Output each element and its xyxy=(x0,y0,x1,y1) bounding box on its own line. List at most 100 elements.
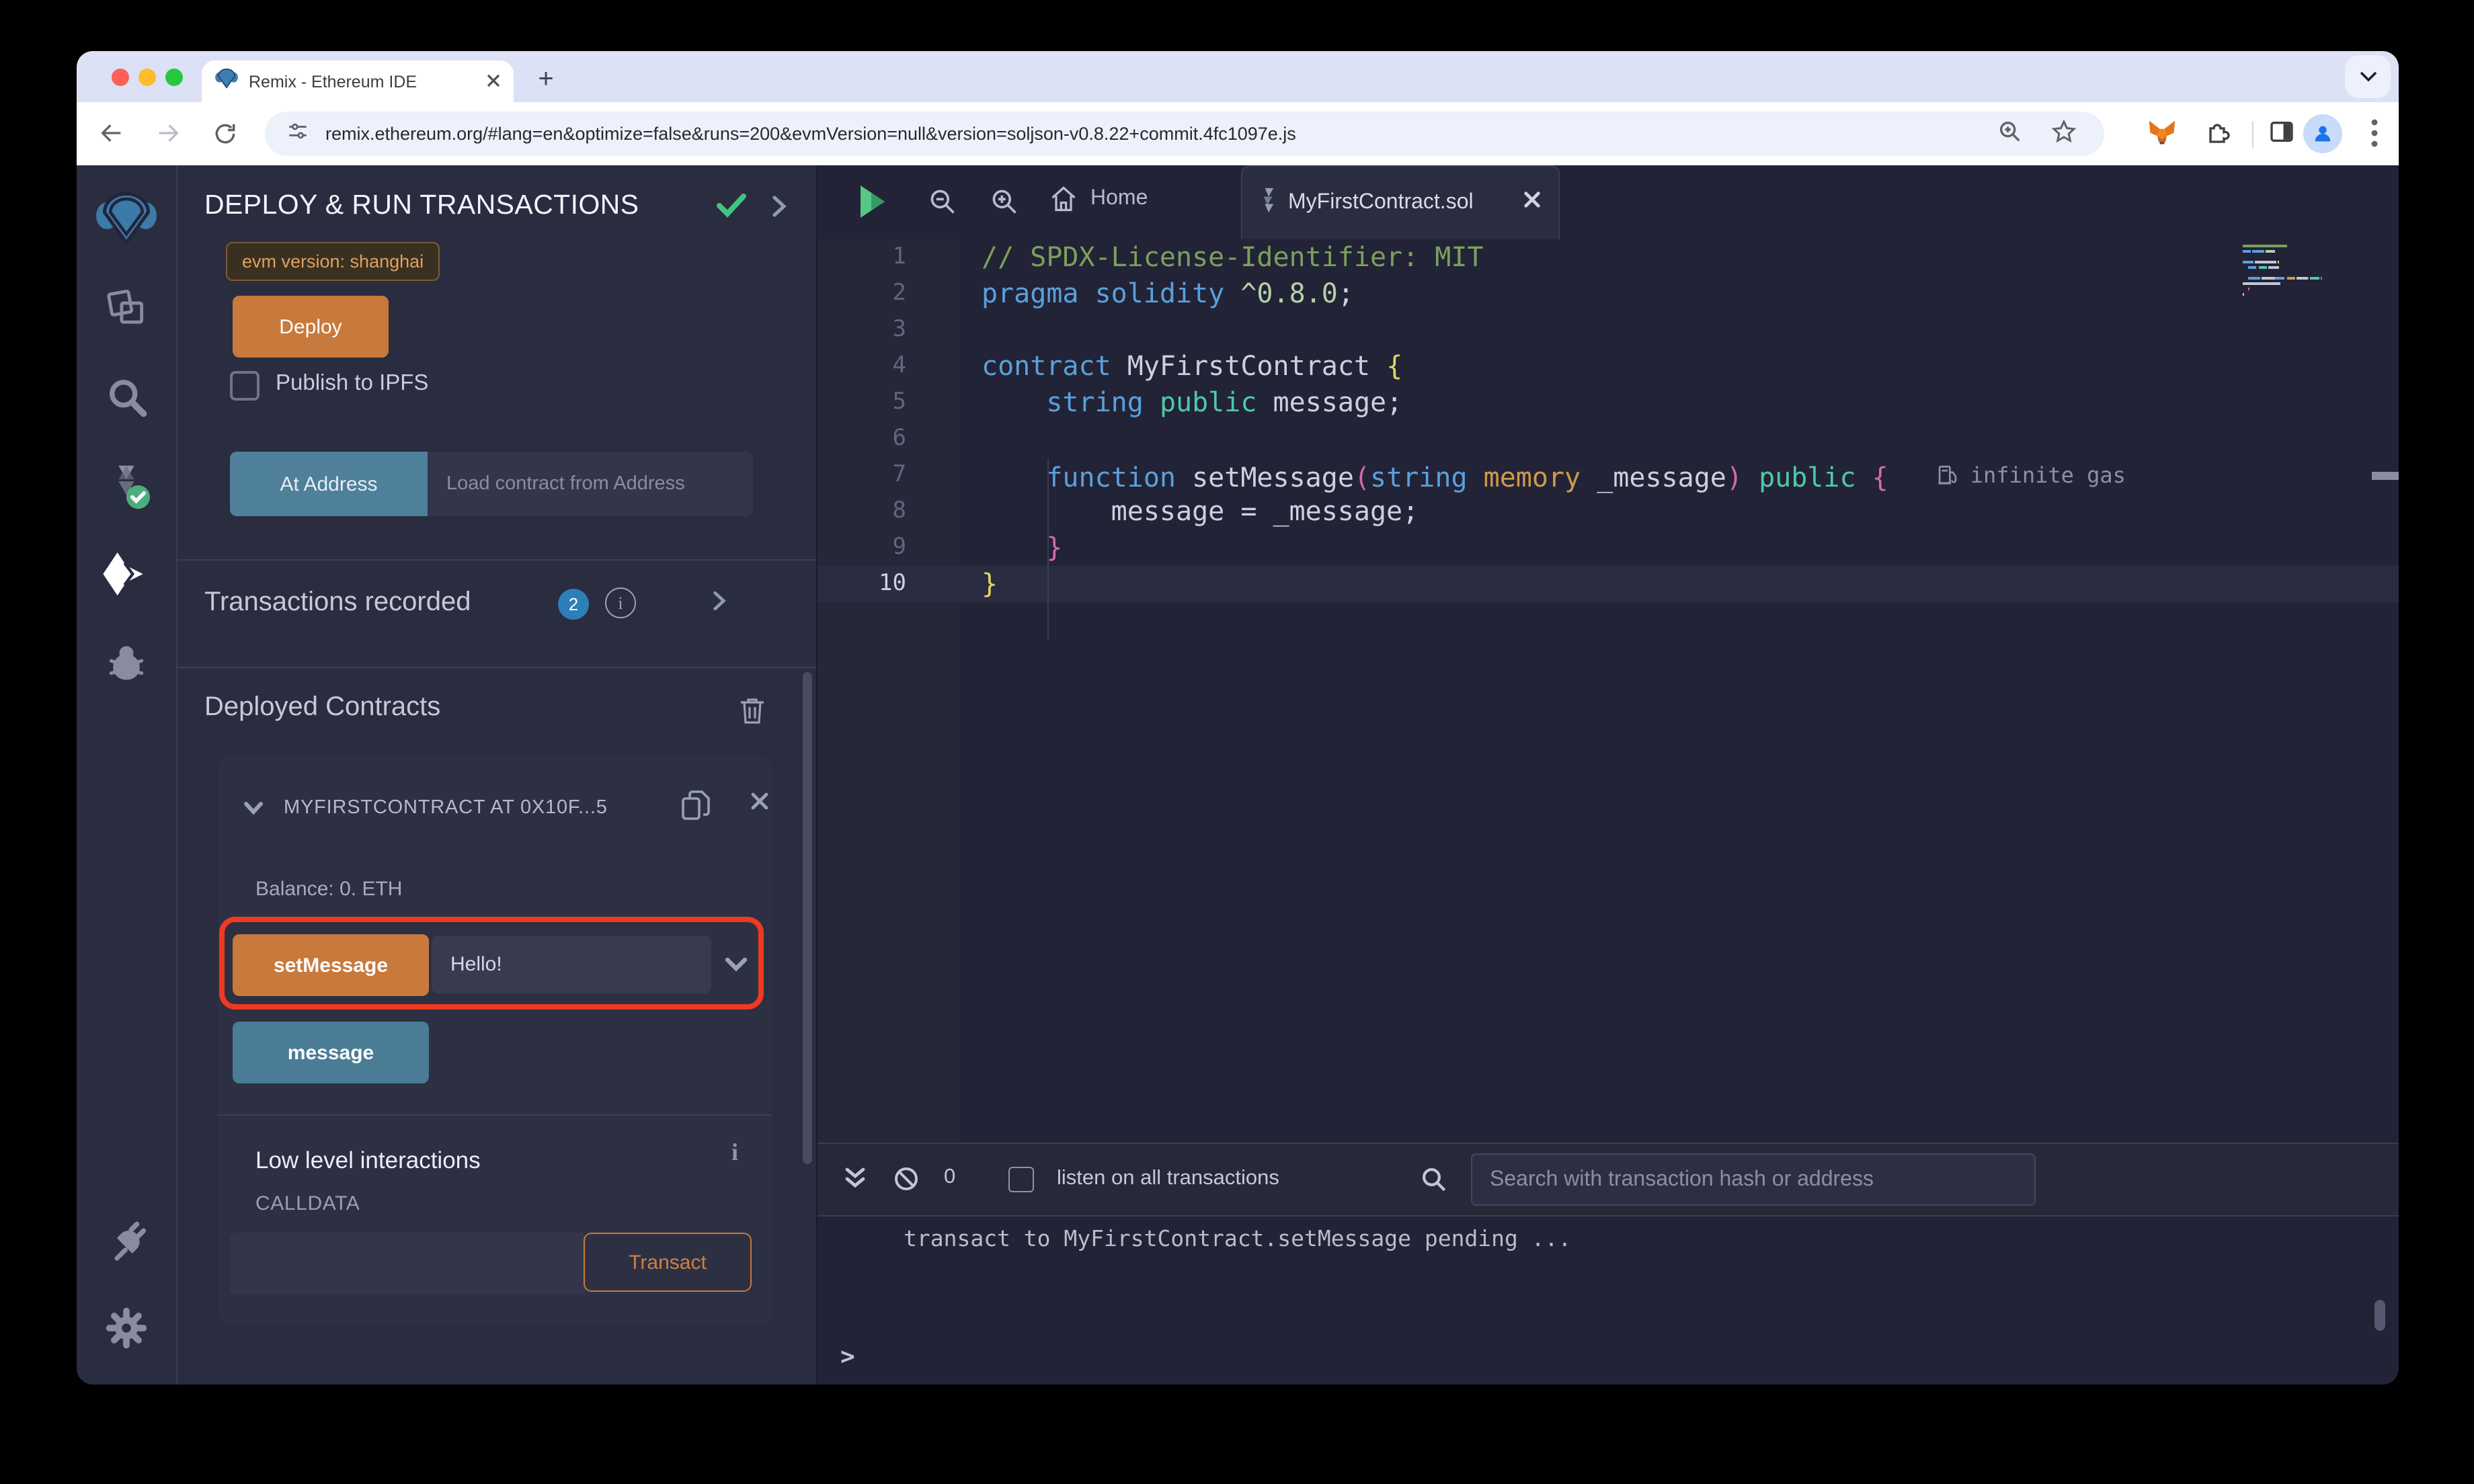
deploy-button[interactable]: Deploy xyxy=(233,296,389,358)
expand-terminal-icon[interactable] xyxy=(843,1165,867,1199)
clear-console-icon[interactable] xyxy=(893,1165,920,1199)
remove-contract-icon[interactable] xyxy=(750,792,769,817)
file-explorer-icon[interactable] xyxy=(94,276,159,340)
file-tab-active[interactable]: MyFirstContract.sol xyxy=(1241,165,1560,239)
zoom-page-icon[interactable] xyxy=(1997,118,2024,152)
clear-contracts-trash-icon[interactable] xyxy=(740,696,765,731)
contract-collapse-icon[interactable] xyxy=(243,797,264,821)
code-lines: 1// SPDX-License-Identifier: MIT 2 pragma … xyxy=(817,239,2399,602)
message-getter-button[interactable]: message xyxy=(233,1022,429,1083)
success-check-icon xyxy=(715,192,748,226)
calldata-label: CALLDATA xyxy=(255,1192,360,1215)
tab-title: Remix - Ethereum IDE xyxy=(249,72,417,91)
publish-ipfs-checkbox[interactable] xyxy=(230,371,260,401)
terminal-prompt[interactable]: > xyxy=(840,1343,855,1371)
address-bar[interactable]: remix.ethereum.org/#lang=en&optimize=fal… xyxy=(265,112,2104,156)
contract-balance: Balance: 0. ETH xyxy=(255,878,403,901)
plugin-manager-icon[interactable] xyxy=(94,1207,159,1272)
screenshot-stage: Remix - Ethereum IDE remix.ethereum.org/… xyxy=(0,0,2474,1484)
copy-address-icon[interactable] xyxy=(680,789,711,829)
deploy-run-panel: DEPLOY & RUN TRANSACTIONS evm version: s… xyxy=(177,165,817,1385)
tab-close-icon[interactable] xyxy=(487,69,500,93)
listen-transactions-checkbox[interactable] xyxy=(1008,1167,1034,1192)
panel-scrollbar[interactable] xyxy=(803,672,812,1164)
zoom-in-icon[interactable] xyxy=(990,187,1019,223)
terminal-toolbar: 0 listen on all transactions xyxy=(817,1144,2399,1217)
remix-favicon-icon xyxy=(215,68,238,95)
terminal-search-input[interactable] xyxy=(1471,1153,2036,1206)
divider xyxy=(177,559,816,561)
file-tab-label: MyFirstContract.sol xyxy=(1288,191,1474,214)
home-tab-label: Home xyxy=(1090,187,1148,210)
tab-strip: Remix - Ethereum IDE xyxy=(77,51,2399,102)
publish-ipfs-label: Publish to IPFS xyxy=(276,371,429,395)
search-plugin-icon[interactable] xyxy=(94,364,159,429)
at-address-button[interactable]: At Address xyxy=(230,452,428,516)
editor-region: Home MyFirstContract.sol 1// SPDX-Licens… xyxy=(817,165,2399,1385)
panel-title: DEPLOY & RUN TRANSACTIONS xyxy=(204,190,639,220)
transactions-info-icon[interactable] xyxy=(605,587,636,618)
activity-bar xyxy=(77,165,177,1385)
url-text: remix.ethereum.org/#lang=en&optimize=fal… xyxy=(325,124,1296,144)
code-line-5: 5 string public message; xyxy=(892,386,1403,418)
transactions-count-badge: 2 xyxy=(558,589,589,620)
extensions-puzzle-icon[interactable] xyxy=(2204,118,2231,152)
new-tab-button[interactable] xyxy=(528,62,563,97)
calldata-input[interactable] xyxy=(230,1233,586,1294)
bookmark-star-icon[interactable] xyxy=(2050,118,2077,152)
debugger-icon[interactable] xyxy=(94,630,159,695)
profile-avatar[interactable] xyxy=(2303,114,2342,153)
zoom-window-button[interactable] xyxy=(165,69,183,86)
tab-search-button[interactable] xyxy=(2345,55,2391,98)
back-button[interactable] xyxy=(95,117,128,149)
panel-expand-icon[interactable] xyxy=(772,195,787,224)
run-script-icon[interactable] xyxy=(858,184,887,226)
settings-icon[interactable] xyxy=(94,1296,159,1360)
transactions-recorded-label: Transactions recorded xyxy=(204,587,471,617)
listen-transactions-label: listen on all transactions xyxy=(1057,1167,1279,1190)
pending-tx-count: 0 xyxy=(944,1165,956,1188)
close-window-button[interactable] xyxy=(112,69,129,86)
side-panel-icon[interactable] xyxy=(2268,118,2295,152)
site-settings-icon[interactable] xyxy=(286,119,309,149)
remix-logo-icon[interactable] xyxy=(94,187,159,251)
contract-instance-title[interactable]: MYFIRSTCONTRACT AT 0X10F...5 xyxy=(284,797,674,819)
divider xyxy=(218,1114,772,1116)
transactions-expand-icon[interactable] xyxy=(713,590,726,618)
code-line-10: 10} xyxy=(817,566,2399,602)
forward-button[interactable] xyxy=(152,117,184,149)
code-line-6: 6 xyxy=(892,425,907,452)
code-line-2: 2 pragma solidity ^0.8.0; xyxy=(892,277,1354,309)
code-line-4: 4 contract MyFirstContract { xyxy=(892,349,1403,382)
transact-button[interactable]: Transact xyxy=(584,1233,752,1292)
minimize-window-button[interactable] xyxy=(138,69,156,86)
low-level-info-icon[interactable] xyxy=(731,1139,738,1167)
code-editor[interactable]: 1// SPDX-License-Identifier: MIT 2 pragma … xyxy=(817,239,2399,1143)
deploy-run-icon[interactable] xyxy=(94,542,159,606)
file-tab-close-icon[interactable] xyxy=(1523,191,1541,215)
code-line-3: 3 xyxy=(892,316,907,343)
solidity-compiler-icon[interactable] xyxy=(94,453,159,518)
metamask-extension-icon[interactable] xyxy=(2147,118,2177,153)
zoom-out-icon[interactable] xyxy=(928,187,957,223)
terminal-search-icon xyxy=(1420,1165,1448,1200)
reload-button[interactable] xyxy=(208,117,241,149)
terminal-log-line[interactable]: transact to MyFirstContract.setMessage p… xyxy=(904,1226,1571,1251)
browser-menu-icon[interactable] xyxy=(2362,116,2387,157)
solidity-file-icon xyxy=(1260,186,1277,220)
load-contract-input[interactable] xyxy=(428,452,753,516)
indent-guide xyxy=(1047,458,1049,640)
editor-tabbar: Home MyFirstContract.sol xyxy=(817,165,2399,239)
code-line-8: 8 message = _message; xyxy=(892,495,1419,527)
browser-window: Remix - Ethereum IDE remix.ethereum.org/… xyxy=(77,51,2399,1385)
terminal: 0 listen on all transactions transact to… xyxy=(817,1143,2399,1385)
home-icon xyxy=(1051,186,1076,212)
low-level-title: Low level interactions xyxy=(255,1147,481,1173)
browser-tab[interactable]: Remix - Ethereum IDE xyxy=(202,60,514,102)
annotation-highlight-box xyxy=(219,917,764,1009)
home-tab[interactable]: Home xyxy=(1049,184,1148,214)
evm-version-badge: evm version: shanghai xyxy=(226,242,440,281)
terminal-scrollbar[interactable] xyxy=(2375,1300,2385,1331)
minimap[interactable] xyxy=(2243,245,2337,298)
overview-ruler-mark xyxy=(2372,472,2399,480)
